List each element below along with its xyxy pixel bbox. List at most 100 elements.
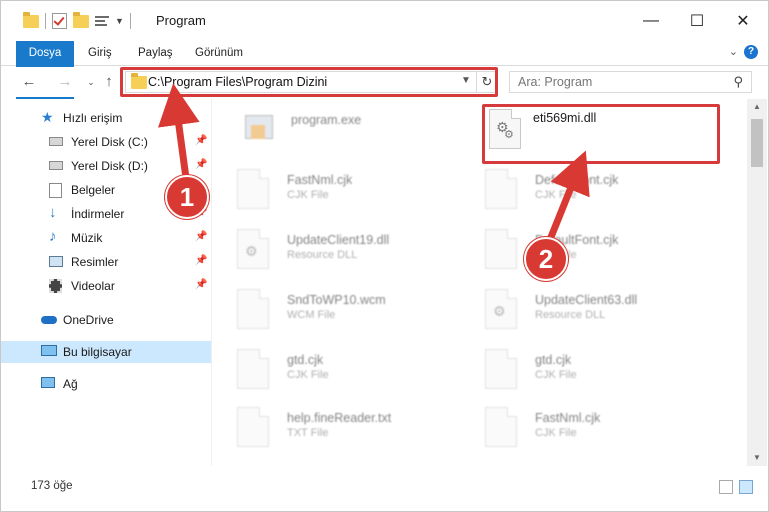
tab-share[interactable]: Paylaş bbox=[138, 41, 173, 65]
file-type: Resource DLL bbox=[287, 249, 358, 261]
drive-icon bbox=[49, 161, 63, 170]
pictures-icon bbox=[49, 256, 63, 267]
documents-icon bbox=[49, 183, 62, 198]
large-icons-view-icon[interactable] bbox=[739, 480, 753, 494]
file-item[interactable]: FastNml.cjk CJK File bbox=[237, 169, 467, 227]
pin-icon: 📌 bbox=[195, 159, 208, 170]
sidebar-item-label: Bu bilgisayar bbox=[63, 345, 132, 359]
file-name: DefaultFont.cjk bbox=[535, 173, 619, 187]
file-name: help.fineReader.txt bbox=[287, 411, 392, 425]
help-icon[interactable]: ? bbox=[744, 45, 758, 59]
music-icon: ♪ bbox=[49, 228, 57, 245]
window-title: Program bbox=[156, 13, 206, 28]
document-file-icon bbox=[485, 169, 521, 213]
maximize-button[interactable]: ☐ bbox=[674, 1, 720, 41]
scroll-up-icon[interactable]: ▲ bbox=[747, 99, 767, 115]
file-type: CJK File bbox=[535, 189, 577, 201]
sidebar-item-drive-d[interactable]: Yerel Disk (D:) 📌 bbox=[1, 155, 211, 177]
file-item[interactable]: ⚙ UpdateClient63.dll Resource DLL bbox=[485, 289, 715, 347]
pin-icon: 📌 bbox=[195, 231, 208, 242]
title-bar: ▼ Program — ☐ ✕ bbox=[1, 1, 768, 41]
file-item[interactable]: help.fineReader.txt TXT File bbox=[237, 407, 467, 465]
pin-icon: 📌 bbox=[195, 135, 208, 146]
search-box[interactable]: Ara: Program ⚲ bbox=[509, 71, 752, 93]
file-name: SndToWP10.wcm bbox=[287, 293, 386, 307]
vertical-scrollbar[interactable]: ▲ ▼ bbox=[747, 99, 767, 466]
file-item[interactable]: program.exe bbox=[241, 109, 471, 167]
file-name: gtd.cjk bbox=[535, 353, 572, 367]
sidebar-item-music[interactable]: ♪ Müzik 📌 bbox=[1, 227, 211, 249]
star-icon: ★ bbox=[41, 109, 54, 125]
sidebar-item-this-pc[interactable]: Bu bilgisayar bbox=[1, 341, 211, 363]
sidebar-item-label: Yerel Disk (C:) bbox=[71, 135, 148, 149]
back-arrow-icon[interactable]: ← bbox=[19, 71, 39, 93]
download-icon: ↓ bbox=[49, 204, 57, 221]
sidebar-item-pictures[interactable]: Resimler 📌 bbox=[1, 251, 211, 273]
navigation-pane: ★ Hızlı erişim Yerel Disk (C:) 📌 Yerel D… bbox=[1, 99, 211, 466]
qat-dropdown-icon[interactable]: ▼ bbox=[115, 16, 124, 26]
sidebar-item-videos[interactable]: Videolar 📌 bbox=[1, 275, 211, 297]
file-name: program.exe bbox=[291, 113, 362, 127]
onedrive-icon bbox=[41, 316, 57, 324]
file-name: UpdateClient19.dll bbox=[287, 233, 390, 247]
sidebar-item-label: Videolar bbox=[71, 279, 115, 293]
exe-file-icon bbox=[241, 109, 277, 153]
file-item[interactable]: gtd.cjk CJK File bbox=[237, 349, 467, 407]
sidebar-item-onedrive[interactable]: OneDrive bbox=[1, 309, 211, 331]
sidebar-item-label: İndirmeler bbox=[71, 207, 125, 221]
document-file-icon bbox=[237, 289, 273, 333]
file-name: UpdateClient63.dll bbox=[535, 293, 638, 307]
up-arrow-icon[interactable]: ↑ bbox=[99, 71, 119, 93]
step-badge-1: 1 bbox=[165, 175, 209, 219]
status-bar: 173 öğe bbox=[1, 475, 768, 499]
sidebar-item-label: Ağ bbox=[63, 377, 78, 391]
file-type: CJK File bbox=[535, 369, 577, 381]
document-file-icon bbox=[485, 407, 521, 451]
computer-icon bbox=[41, 345, 57, 356]
file-name: gtd.cjk bbox=[287, 353, 324, 367]
sidebar-item-quick-access[interactable]: ★ Hızlı erişim bbox=[1, 107, 211, 129]
pane-divider bbox=[211, 99, 212, 466]
toolbar-divider bbox=[129, 13, 131, 29]
sidebar-item-drive-c[interactable]: Yerel Disk (C:) 📌 bbox=[1, 131, 211, 153]
tab-view[interactable]: Görünüm bbox=[195, 41, 243, 65]
file-highlight-box bbox=[482, 104, 720, 164]
file-item[interactable]: FastNml.cjk CJK File bbox=[485, 407, 715, 465]
expand-ribbon-icon[interactable]: ⌄ bbox=[729, 45, 738, 58]
document-file-icon bbox=[237, 349, 273, 393]
scroll-down-icon[interactable]: ▼ bbox=[747, 450, 767, 466]
customize-list-icon[interactable] bbox=[95, 15, 109, 28]
address-highlight-box bbox=[120, 67, 498, 97]
sidebar-item-label: OneDrive bbox=[63, 313, 114, 327]
recent-locations-icon[interactable]: ⌄ bbox=[81, 71, 101, 93]
search-icon[interactable]: ⚲ bbox=[733, 74, 743, 90]
sidebar-item-label: Hızlı erişim bbox=[63, 111, 123, 125]
file-item[interactable]: ⚙ UpdateClient19.dll Resource DLL bbox=[237, 229, 467, 287]
minimize-button[interactable]: — bbox=[628, 1, 674, 41]
file-type: CJK File bbox=[287, 369, 329, 381]
close-button[interactable]: ✕ bbox=[720, 1, 766, 41]
ribbon-tabs: Dosya Giriş Paylaş Görünüm ⌄ ? bbox=[1, 41, 768, 99]
videos-icon bbox=[49, 279, 62, 293]
file-item[interactable]: DefaultFont.cjk CJK File bbox=[485, 229, 715, 287]
document-file-icon bbox=[237, 407, 273, 451]
file-item[interactable]: gtd.cjk CJK File bbox=[485, 349, 715, 407]
dll-file-icon: ⚙ bbox=[237, 229, 273, 273]
file-item[interactable]: SndToWP10.wcm WCM File bbox=[237, 289, 467, 347]
details-view-icon[interactable] bbox=[719, 480, 733, 494]
search-input[interactable]: Ara: Program bbox=[518, 75, 592, 89]
properties-check-icon[interactable] bbox=[52, 13, 67, 29]
forward-arrow-icon[interactable]: → bbox=[55, 71, 75, 93]
new-folder-icon[interactable] bbox=[73, 11, 89, 28]
folder-icon[interactable] bbox=[23, 11, 39, 28]
tab-home[interactable]: Giriş bbox=[88, 41, 112, 65]
file-item[interactable]: DefaultFont.cjk CJK File bbox=[485, 169, 715, 227]
sidebar-item-label: Müzik bbox=[71, 231, 103, 245]
quick-access-toolbar: ▼ bbox=[23, 11, 131, 29]
scrollbar-thumb[interactable] bbox=[751, 119, 763, 167]
pin-icon: 📌 bbox=[195, 255, 208, 266]
sidebar-item-network[interactable]: Ağ bbox=[1, 373, 211, 395]
sidebar-item-label: Resimler bbox=[71, 255, 119, 269]
drive-icon bbox=[49, 137, 63, 146]
file-type: WCM File bbox=[287, 309, 336, 321]
